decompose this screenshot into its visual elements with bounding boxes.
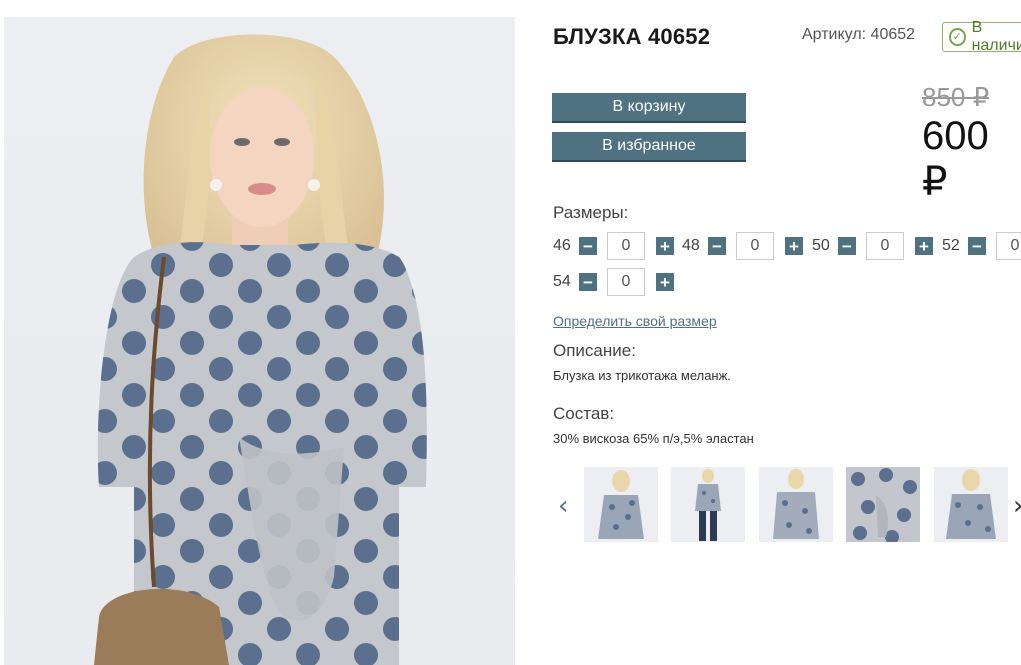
chevron-right-icon[interactable]: › (1013, 491, 1021, 521)
plus-button[interactable]: + (915, 237, 933, 255)
minus-button[interactable]: − (838, 237, 856, 255)
minus-button[interactable]: − (579, 273, 597, 291)
product-sku: Артикул: 40652 (802, 26, 916, 43)
quantity-input[interactable] (996, 232, 1021, 260)
gallery-thumbnail[interactable] (934, 467, 1008, 542)
plus-button[interactable]: + (785, 237, 803, 255)
current-price: 600 ₽ (922, 114, 989, 204)
minus-button[interactable]: − (968, 237, 986, 255)
product-main-image[interactable] (4, 17, 515, 665)
gallery-thumbnail[interactable] (846, 467, 920, 542)
composition-label: Состав: (553, 404, 615, 423)
quantity-input[interactable] (607, 268, 645, 296)
sizes-label: Размеры: (553, 203, 629, 222)
gallery-thumbnail[interactable] (671, 467, 745, 542)
size-value: 50 (812, 237, 830, 254)
size-value: 48 (682, 237, 700, 254)
size-option-50: 50 − + (812, 231, 933, 261)
quantity-input[interactable] (866, 232, 904, 260)
minus-button[interactable]: − (579, 237, 597, 255)
quantity-input[interactable] (736, 232, 774, 260)
find-my-size-link[interactable]: Определить свой размер (553, 313, 717, 329)
plus-button[interactable]: + (656, 273, 674, 291)
minus-button[interactable]: − (708, 237, 726, 255)
check-circle-icon: ✓ (949, 28, 966, 46)
gallery-thumbnail[interactable] (584, 467, 658, 542)
size-option-54: 54 − + (553, 267, 674, 297)
size-value: 46 (553, 237, 571, 254)
description-label: Описание: (553, 341, 636, 360)
composition-text: 30% вискоза 65% п/э,5% эластан (553, 431, 754, 446)
stock-status-label: В наличии (971, 19, 1021, 54)
description-text: Блузка из трикотажа меланж. (553, 368, 731, 383)
size-option-48: 48 − + (682, 231, 803, 261)
old-price: 850 ₽ (922, 82, 990, 112)
chevron-left-icon[interactable]: ‹ (558, 491, 568, 521)
stock-status-badge: ✓ В наличии (942, 19, 1021, 54)
gallery-thumbnail[interactable] (759, 467, 833, 542)
plus-button[interactable]: + (656, 237, 674, 255)
quantity-input[interactable] (607, 232, 645, 260)
size-option-46: 46 − + (553, 231, 674, 261)
size-option-52: 52 − (942, 231, 1021, 261)
size-value: 52 (942, 237, 960, 254)
add-to-favorites-button[interactable]: В избранное (552, 132, 746, 160)
add-to-cart-button[interactable]: В корзину (552, 93, 746, 121)
size-value: 54 (553, 273, 571, 290)
product-title: БЛУЗКА 40652 (553, 24, 711, 49)
